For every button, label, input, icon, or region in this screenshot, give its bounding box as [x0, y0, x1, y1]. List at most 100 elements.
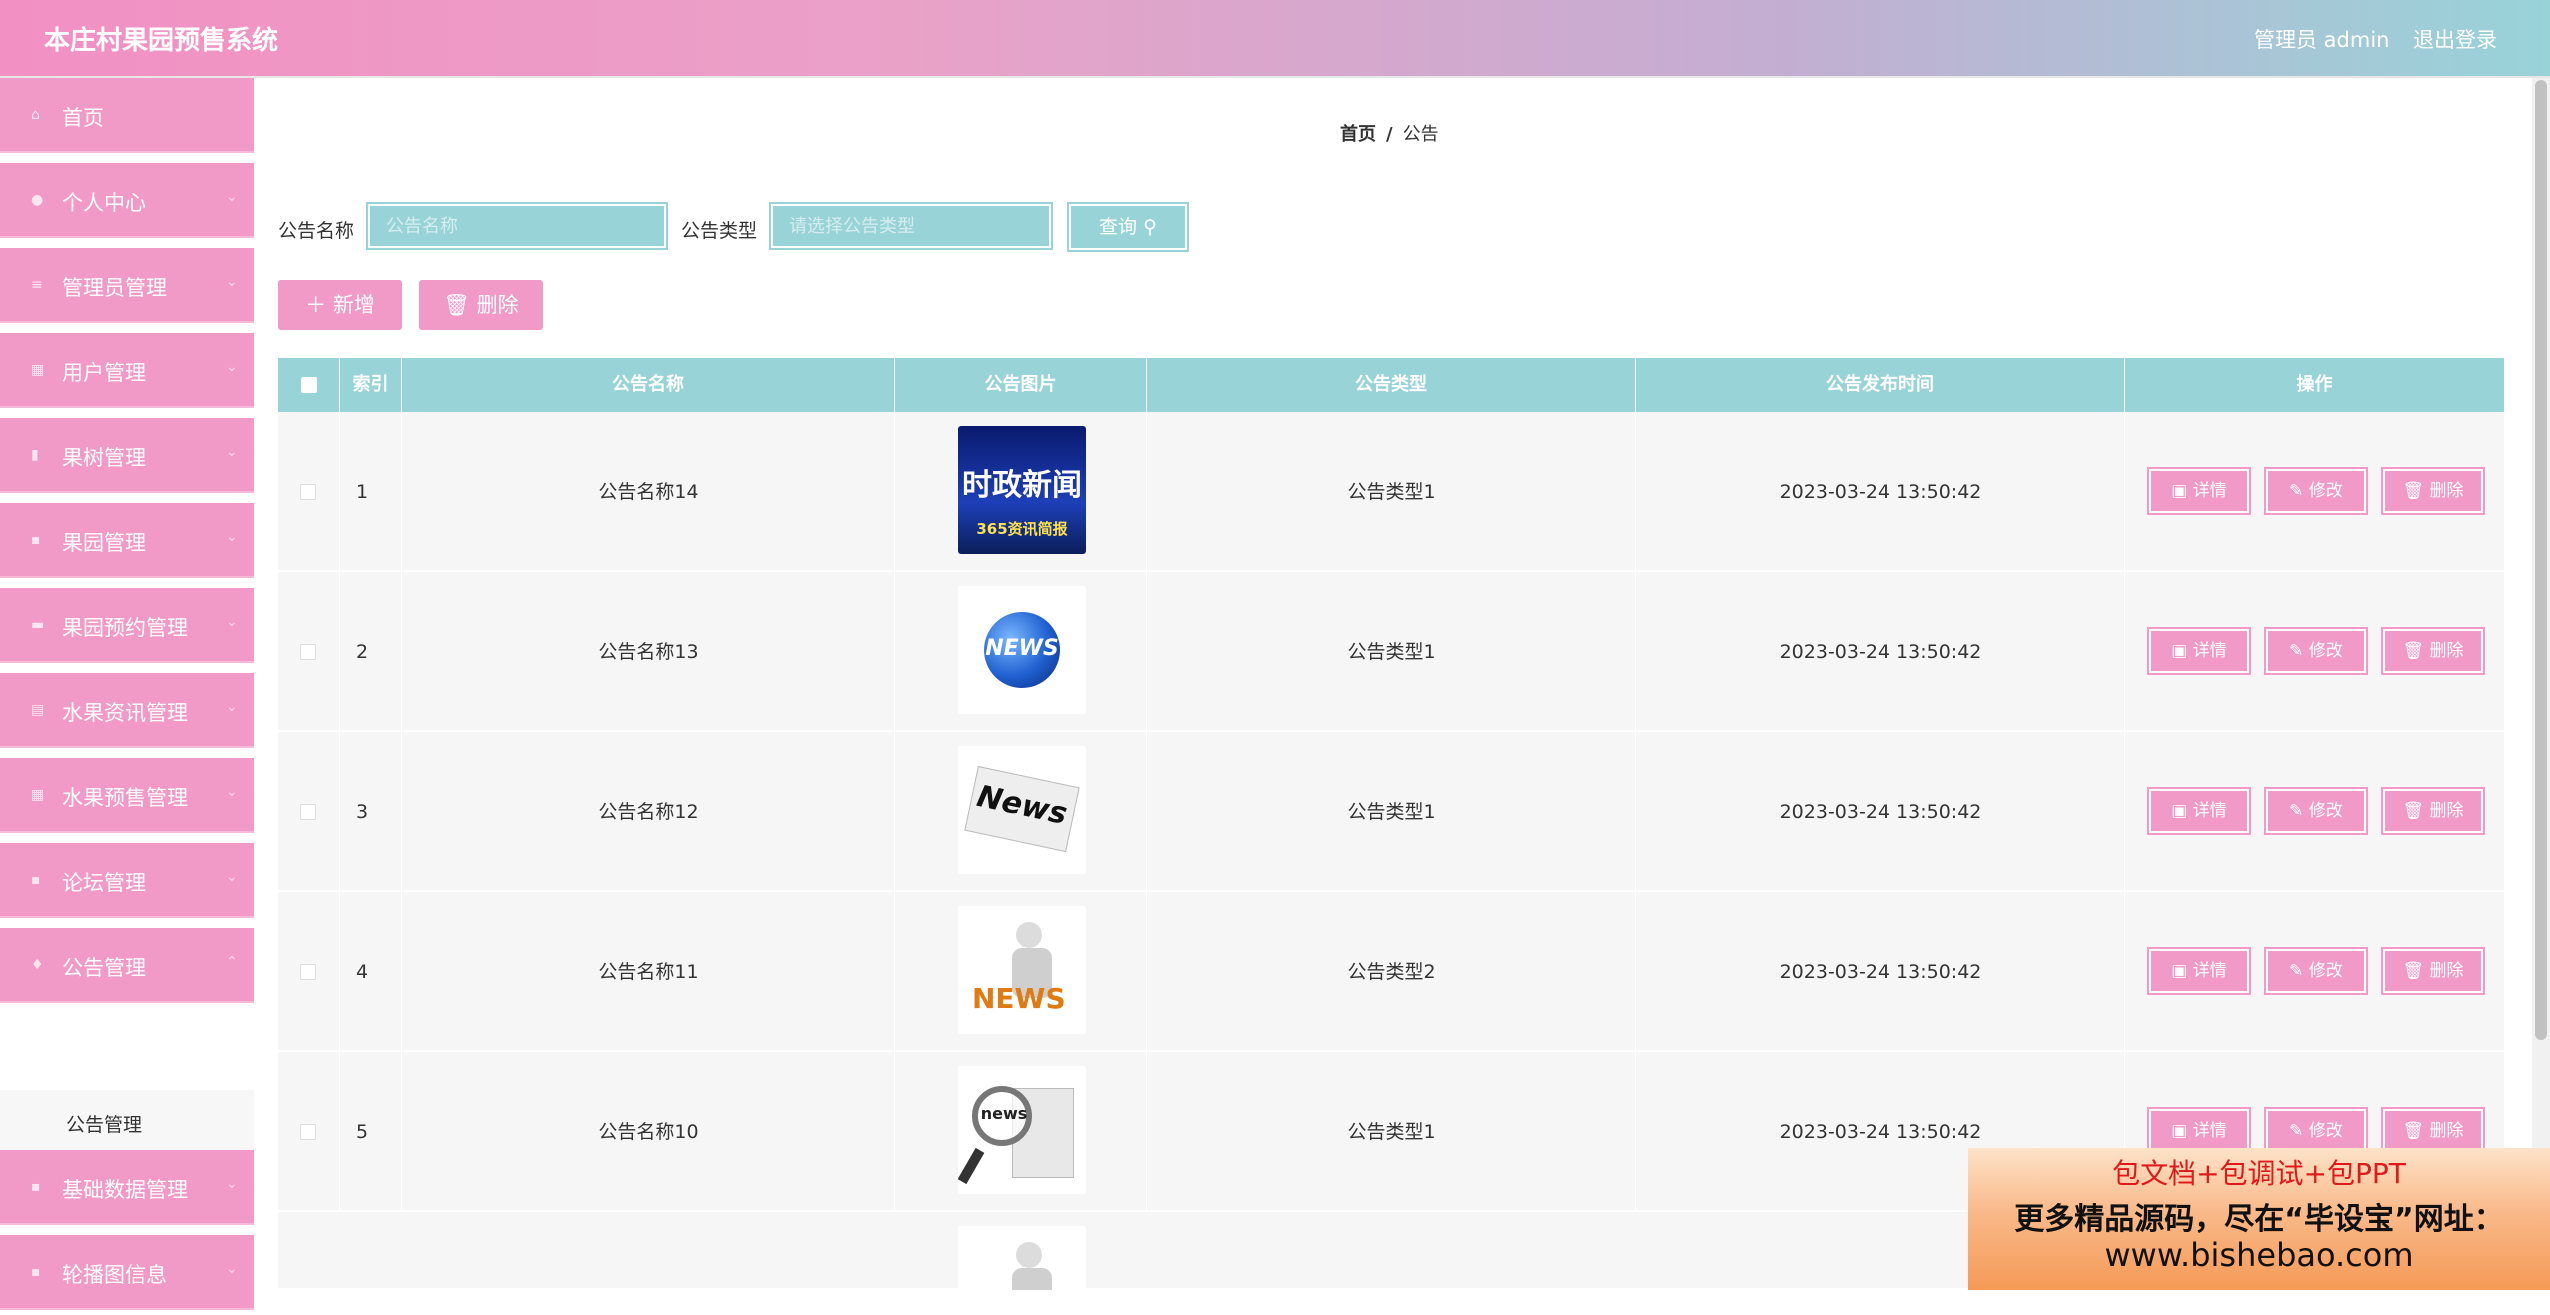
- trash-icon: 🗑: [2402, 801, 2425, 821]
- row-name-cell: [402, 1052, 895, 1212]
- breadcrumb-current: 公告: [1402, 124, 1439, 145]
- row-checkbox[interactable]: [300, 964, 316, 980]
- sidebar-item-profile[interactable]: ● 个人中心 ⌄: [0, 163, 254, 243]
- logout-link[interactable]: 退出登录: [2413, 24, 2497, 54]
- detail-button[interactable]: ▣ 详情: [2147, 627, 2251, 675]
- row-time-cell: [1636, 892, 2125, 1052]
- sidebar-item-orchards[interactable]: ▪ 果园管理 ⌄: [0, 503, 254, 583]
- sidebar-item-forum[interactable]: ▪ 论坛管理 ⌄: [0, 843, 254, 923]
- notice-thumbnail[interactable]: news: [958, 1066, 1086, 1194]
- monitor-icon: ▬: [31, 617, 45, 633]
- sidebar-item-reservations[interactable]: ▬ 果园预约管理 ⌄: [0, 588, 254, 668]
- list-icon: ≡: [31, 277, 43, 293]
- pencil-icon: ✎: [2289, 961, 2304, 981]
- plus-icon: ＋: [305, 293, 327, 317]
- edit-button[interactable]: ✎ 修改: [2264, 787, 2368, 835]
- ad-line-2: 更多精品源码，尽在“毕设宝”网址：: [2014, 1202, 2504, 1237]
- document-icon: ▣: [2171, 641, 2188, 661]
- trophy-icon: ♦: [31, 957, 44, 973]
- add-button[interactable]: ＋ 新增: [278, 280, 402, 330]
- sidebar-item-label: 个人中心: [62, 191, 146, 215]
- sidebar-item-base-data[interactable]: ▪ 基础数据管理 ⌄: [0, 1150, 254, 1230]
- row-time-cell: [1636, 572, 2125, 732]
- detail-label: 详情: [2192, 1121, 2227, 1141]
- bar-chart-icon: ▮: [31, 447, 39, 463]
- edit-button[interactable]: ✎ 修改: [2264, 947, 2368, 995]
- document-icon: ▣: [2171, 801, 2188, 821]
- thumbnail-text: NEWS: [985, 636, 1059, 661]
- trash-icon: 🗑: [2402, 961, 2425, 981]
- notice-type-label: 公告类型: [681, 220, 758, 242]
- notice-name-label: 公告名称: [278, 220, 355, 242]
- scrollbar-thumb[interactable]: [2535, 80, 2547, 1040]
- sidebar-item-carousel[interactable]: ▪ 轮播图信息 ⌄: [0, 1235, 254, 1315]
- header-time: 公告发布时间: [1636, 358, 2125, 412]
- sidebar-item-users[interactable]: ▦ 用户管理 ⌄: [0, 333, 254, 413]
- notice-thumbnail[interactable]: [958, 1226, 1086, 1290]
- row-checkbox[interactable]: [300, 1124, 316, 1140]
- sidebar-item-label: 果树管理: [62, 446, 146, 470]
- chevron-down-icon: ⌄: [226, 444, 238, 460]
- sidebar-item-label: 公告管理: [62, 956, 146, 980]
- notice-thumbnail[interactable]: 时政新闻 365资讯简报: [958, 426, 1086, 554]
- notice-name-input[interactable]: [366, 202, 668, 250]
- row-checkbox[interactable]: [300, 804, 316, 820]
- detail-label: 详情: [2192, 961, 2227, 981]
- trash-icon: 🗑: [2402, 1121, 2425, 1141]
- chevron-down-icon: ⌄: [226, 784, 238, 800]
- sidebar-subitem-notices[interactable]: 公告管理: [0, 1090, 254, 1150]
- sidebar-item-admins[interactable]: ≡ 管理员管理 ⌄: [0, 248, 254, 328]
- row-index-cell: [340, 572, 402, 732]
- sidebar-item-notices[interactable]: ♦ 公告管理 ⌃: [0, 928, 254, 1008]
- notice-thumbnail[interactable]: NEWS: [958, 906, 1086, 1034]
- detail-button[interactable]: ▣ 详情: [2147, 787, 2251, 835]
- chevron-down-icon: ⌄: [226, 869, 238, 885]
- detail-label: 详情: [2192, 641, 2227, 661]
- sidebar-item-label: 果园预约管理: [62, 616, 188, 640]
- sidebar-item-fruit-news[interactable]: ▤ 水果资讯管理 ⌄: [0, 673, 254, 753]
- detail-button[interactable]: ▣ 详情: [2147, 1107, 2251, 1155]
- row-checkbox-cell: [278, 892, 340, 1052]
- detail-button[interactable]: ▣ 详情: [2147, 947, 2251, 995]
- notice-type-select[interactable]: [769, 202, 1053, 250]
- delete-button[interactable]: 🗑 删除: [2381, 467, 2485, 515]
- row-checkbox-cell: [278, 572, 340, 732]
- apps-icon: ▪: [31, 1179, 41, 1195]
- row-name-cell: [402, 892, 895, 1052]
- notice-thumbnail[interactable]: NEWS: [958, 586, 1086, 714]
- edit-label: 修改: [2308, 1121, 2343, 1141]
- document-icon: ▣: [2171, 961, 2188, 981]
- add-button-label: 新增: [332, 293, 375, 317]
- row-type-cell: [1147, 412, 1636, 572]
- table-row: 1 公告名称14 时政新闻 365资讯简报 公告类型1 2023-03-24 1…: [278, 412, 2504, 572]
- sidebar-item-label: 管理员管理: [62, 276, 167, 300]
- row-checkbox[interactable]: [300, 484, 316, 500]
- thumbnail-subtext: 365资讯简报: [976, 520, 1068, 538]
- edit-button[interactable]: ✎ 修改: [2264, 467, 2368, 515]
- row-index-cell: [340, 732, 402, 892]
- sidebar-item-home[interactable]: ⌂ 首页: [0, 78, 254, 158]
- trash-icon: 🗑: [2402, 481, 2425, 501]
- row-type-cell: [1147, 1052, 1636, 1212]
- notice-thumbnail[interactable]: News: [958, 746, 1086, 874]
- edit-button[interactable]: ✎ 修改: [2264, 627, 2368, 675]
- select-all-checkbox[interactable]: [301, 377, 317, 393]
- thumbnail-text: news: [980, 1104, 1028, 1123]
- bulk-delete-button[interactable]: 🗑 删除: [419, 280, 543, 330]
- sidebar-item-trees[interactable]: ▮ 果树管理 ⌄: [0, 418, 254, 498]
- pencil-icon: ✎: [2289, 801, 2304, 821]
- detail-button[interactable]: ▣ 详情: [2147, 467, 2251, 515]
- breadcrumb-home[interactable]: 首页: [1340, 124, 1376, 145]
- search-button[interactable]: 查询 ⚲: [1067, 202, 1189, 252]
- delete-button[interactable]: 🗑 删除: [2381, 627, 2485, 675]
- sidebar-item-label: 基础数据管理: [62, 1178, 188, 1202]
- delete-button[interactable]: 🗑 删除: [2381, 1107, 2485, 1155]
- edit-button[interactable]: ✎ 修改: [2264, 1107, 2368, 1155]
- delete-button[interactable]: 🗑 删除: [2381, 947, 2485, 995]
- delete-button[interactable]: 🗑 删除: [2381, 787, 2485, 835]
- chevron-down-icon: ⌄: [226, 699, 238, 715]
- row-checkbox[interactable]: [300, 644, 316, 660]
- header-actions: 操作: [2296, 374, 2333, 395]
- sidebar-item-presale[interactable]: ▦ 水果预售管理 ⌄: [0, 758, 254, 838]
- breadcrumb: 首页 / 公告: [1340, 120, 1439, 146]
